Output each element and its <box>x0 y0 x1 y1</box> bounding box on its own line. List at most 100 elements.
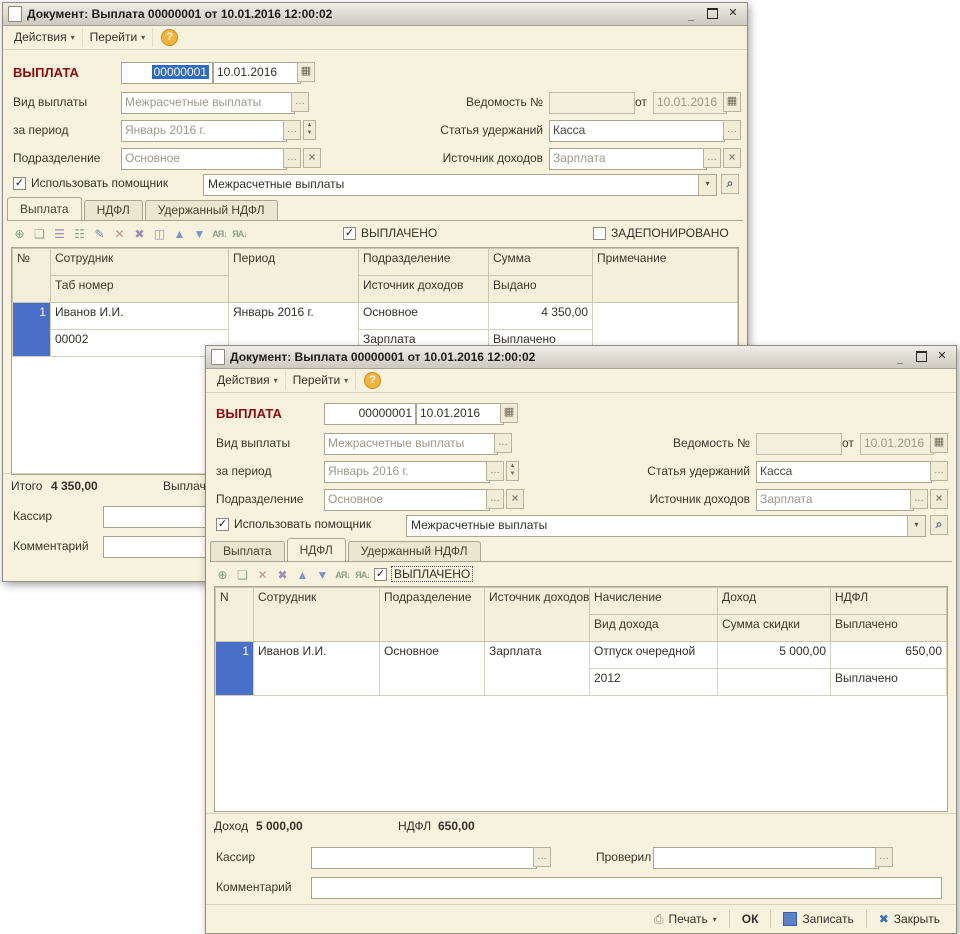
back-titlebar[interactable]: Документ: Выплата 00000001 от 10.01.2016… <box>3 3 747 26</box>
payment-kind-field[interactable]: Межрасчетные выплаты <box>324 433 498 455</box>
sort-asc-icon[interactable]: АЯ↓ <box>211 225 228 243</box>
tab-withheld-ndfl[interactable]: Удержанный НДФЛ <box>145 200 278 220</box>
cell-department[interactable]: Основное <box>380 642 485 696</box>
doc-number-field[interactable]: 00000001 <box>121 62 213 84</box>
ellipsis-button[interactable]: … <box>494 433 512 453</box>
helper-combo[interactable]: Межрасчетные выплаты ▾ <box>203 174 717 196</box>
ellipsis-button[interactable]: … <box>723 120 741 140</box>
doc-number-field[interactable]: 00000001 <box>324 403 416 425</box>
paid-checkbox[interactable]: ✓ <box>343 227 356 240</box>
cell-source[interactable]: Зарплата <box>485 642 590 696</box>
cell-employee[interactable]: Иванов И.И. <box>254 642 380 696</box>
cell-department[interactable]: Основное <box>359 303 489 330</box>
edit-icon[interactable]: ✎ <box>91 225 108 243</box>
cell-sum[interactable]: 4 350,00 <box>489 303 593 330</box>
find-icon[interactable]: ◫ <box>151 225 168 243</box>
cell-accrual[interactable]: Отпуск очередной <box>590 642 718 669</box>
department-field[interactable]: Основное <box>121 148 287 170</box>
department-field[interactable]: Основное <box>324 489 490 511</box>
ellipsis-button[interactable]: … <box>486 461 504 481</box>
delete-all-icon[interactable]: ✖ <box>131 225 148 243</box>
cell-employee[interactable]: Иванов И.И. <box>51 303 229 330</box>
calendar-icon[interactable]: ▦ <box>500 403 518 423</box>
help-icon[interactable]: ? <box>161 29 178 46</box>
maximize-button[interactable] <box>705 8 719 21</box>
income-source-field[interactable]: Зарплата <box>549 148 707 170</box>
ellipsis-button[interactable]: … <box>533 847 551 867</box>
front-titlebar[interactable]: Документ: Выплата 00000001 от 10.01.2016… <box>206 346 956 369</box>
move-up-icon[interactable]: ▲ <box>294 566 311 584</box>
withholding-field[interactable]: Касса <box>549 120 725 142</box>
minimize-button[interactable]: _ <box>893 351 907 364</box>
ellipsis-button[interactable]: … <box>291 92 309 112</box>
print-button[interactable]: ⎙ Печать ▾ <box>646 909 725 930</box>
sheet-number-field[interactable] <box>756 433 842 455</box>
withholding-field[interactable]: Касса <box>756 461 932 483</box>
move-down-icon[interactable]: ▼ <box>191 225 208 243</box>
clear-icon[interactable]: × <box>930 489 948 509</box>
fill-icon[interactable]: ☰ <box>51 225 68 243</box>
pick-icon[interactable]: ☷ <box>71 225 88 243</box>
clear-icon[interactable]: × <box>723 148 741 168</box>
goto-menu[interactable]: Перейти ▾ <box>286 371 357 390</box>
sort-desc-icon[interactable]: ЯА↓ <box>354 566 371 584</box>
copy-row-icon[interactable]: ❏ <box>234 566 251 584</box>
sheet-number-field[interactable] <box>549 92 635 114</box>
chevron-down-icon[interactable]: ▾ <box>907 516 925 536</box>
cell-income[interactable]: 5 000,00 <box>718 642 831 669</box>
calendar-icon[interactable]: ▦ <box>930 433 948 453</box>
tab-ndfl[interactable]: НДФЛ <box>84 200 143 220</box>
sheet-date-field[interactable]: 10.01.2016 <box>860 433 934 455</box>
save-button[interactable]: Записать <box>775 909 861 929</box>
tab-withheld-ndfl[interactable]: Удержанный НДФЛ <box>348 541 481 561</box>
use-helper-checkbox[interactable]: ✓ <box>216 518 229 531</box>
actions-menu[interactable]: Действия ▾ <box>7 28 83 47</box>
tab-payment[interactable]: Выплата <box>210 541 285 561</box>
ellipsis-button[interactable]: … <box>875 847 893 867</box>
sheet-date-field[interactable]: 10.01.2016 <box>653 92 727 114</box>
doc-date-field[interactable]: 10.01.2016 <box>416 403 504 425</box>
cell-discount[interactable] <box>718 669 831 696</box>
close-button[interactable]: ✕ <box>935 351 949 364</box>
ellipsis-button[interactable]: … <box>283 148 301 168</box>
spinner-control[interactable]: ▲▼ <box>303 120 316 140</box>
close-document-button[interactable]: ✖ Закрыть <box>871 909 948 929</box>
row-number[interactable]: 1 <box>216 642 254 696</box>
ndfl-table[interactable]: N Сотрудник Подразделение Источник доход… <box>214 586 948 812</box>
minimize-button[interactable]: _ <box>684 8 698 21</box>
doc-date-field[interactable]: 10.01.2016 <box>213 62 301 84</box>
row-number[interactable]: 1 <box>13 303 51 357</box>
tab-ndfl[interactable]: НДФЛ <box>287 538 346 561</box>
goto-menu[interactable]: Перейти ▾ <box>83 28 154 47</box>
delete-row-icon[interactable]: ✕ <box>254 566 271 584</box>
move-up-icon[interactable]: ▲ <box>171 225 188 243</box>
actions-menu[interactable]: Действия ▾ <box>210 371 286 390</box>
helper-combo[interactable]: Межрасчетные выплаты ▾ <box>406 515 926 537</box>
use-helper-checkbox[interactable]: ✓ <box>13 177 26 190</box>
cell-tab-number[interactable]: 00002 <box>51 330 229 357</box>
cashier-field[interactable] <box>311 847 537 869</box>
calendar-icon[interactable]: ▦ <box>297 62 315 82</box>
paid-checkbox[interactable]: ✓ <box>374 568 387 581</box>
period-field[interactable]: Январь 2016 г. <box>324 461 490 483</box>
ellipsis-button[interactable]: … <box>930 461 948 481</box>
clear-icon[interactable]: × <box>506 489 524 509</box>
tab-payment[interactable]: Выплата <box>7 197 82 220</box>
income-source-field[interactable]: Зарплата <box>756 489 914 511</box>
sort-desc-icon[interactable]: ЯА↓ <box>231 225 248 243</box>
help-icon[interactable]: ? <box>364 372 381 389</box>
cell-ndfl[interactable]: 650,00 <box>831 642 947 669</box>
clear-icon[interactable]: × <box>303 148 321 168</box>
ellipsis-button[interactable]: … <box>486 489 504 509</box>
search-icon[interactable]: ⌕ <box>721 174 739 194</box>
spinner-control[interactable]: ▲▼ <box>506 461 519 481</box>
ellipsis-button[interactable]: … <box>283 120 301 140</box>
delete-row-icon[interactable]: ✕ <box>111 225 128 243</box>
deposited-checkbox[interactable] <box>593 227 606 240</box>
add-row-icon[interactable]: ⊕ <box>214 566 231 584</box>
move-down-icon[interactable]: ▼ <box>314 566 331 584</box>
search-icon[interactable]: ⌕ <box>930 515 948 535</box>
comment-field[interactable] <box>311 877 942 899</box>
close-button[interactable]: ✕ <box>726 8 740 21</box>
chevron-down-icon[interactable]: ▾ <box>698 175 716 195</box>
